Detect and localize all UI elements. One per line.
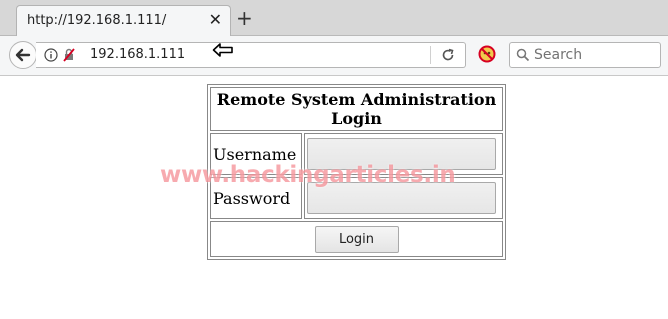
login-form: Remote System Administration Login Usern… xyxy=(207,84,506,260)
search-bar[interactable]: Search xyxy=(509,42,661,68)
username-input[interactable] xyxy=(307,138,496,170)
address-bar[interactable]: 192.168.1.111 xyxy=(36,42,466,68)
reload-icon[interactable] xyxy=(440,47,456,63)
url-text: 192.168.1.111 xyxy=(90,47,186,62)
url-separator xyxy=(430,46,431,64)
search-placeholder[interactable]: Search xyxy=(534,47,582,63)
page-title: Remote System Administration Login xyxy=(210,87,503,131)
password-input[interactable] xyxy=(307,182,496,214)
back-arrow-icon xyxy=(15,48,31,62)
browser-tab[interactable]: http://192.168.1.111/ ✕ xyxy=(16,5,231,36)
new-tab-button[interactable]: + xyxy=(236,6,253,30)
close-tab-icon[interactable]: ✕ xyxy=(209,10,222,29)
info-icon[interactable] xyxy=(44,48,58,62)
tab-strip: http://192.168.1.111/ ✕ + xyxy=(0,0,668,36)
password-label: Password xyxy=(210,177,302,219)
pointer-arrow-icon xyxy=(212,43,233,57)
block-icon[interactable] xyxy=(478,45,496,63)
tab-title: http://192.168.1.111/ xyxy=(27,13,167,28)
search-icon xyxy=(516,48,530,62)
back-button[interactable] xyxy=(9,41,37,69)
mixed-content-icon[interactable] xyxy=(62,48,76,62)
login-button[interactable]: Login xyxy=(314,225,399,253)
password-cell xyxy=(304,177,503,219)
username-cell xyxy=(304,133,503,175)
username-label: Username xyxy=(210,133,302,175)
login-button-cell: Login xyxy=(210,221,503,257)
